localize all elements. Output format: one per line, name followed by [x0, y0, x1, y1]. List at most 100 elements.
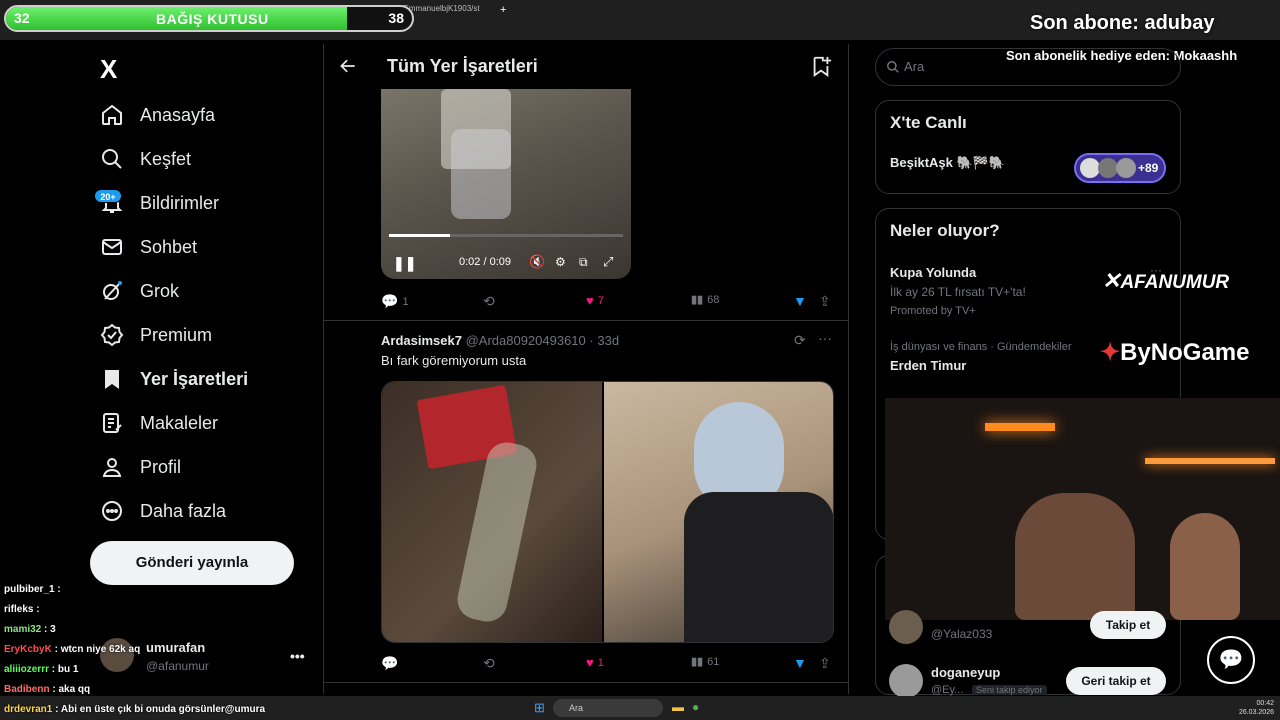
folder-icon[interactable]: ▬	[672, 700, 684, 714]
person-icon	[102, 458, 122, 477]
like-button[interactable]: ♥ 7	[586, 293, 604, 308]
bookmark-active-icon[interactable]: ▼	[793, 655, 807, 671]
like-count: 1	[597, 656, 604, 669]
tweet-actions: 💬 ⟲ ♥ 1 ▮▮ 61 ▼ ⇪	[381, 655, 836, 675]
sponsor-bynogame: ✦ByNoGame	[1100, 339, 1250, 366]
more-circle-icon	[102, 501, 122, 521]
tweet-author-handle[interactable]: @Arda80920493610	[466, 333, 586, 348]
reply-count: 1	[402, 295, 409, 308]
x-logo-icon[interactable]: X	[100, 54, 117, 85]
chat-user: rifleks	[4, 604, 34, 615]
body-shape	[684, 492, 833, 642]
chat-user: mami32	[4, 624, 42, 635]
chat-message: pulbiber_1 :	[4, 584, 61, 595]
new-tab-button[interactable]: +	[500, 4, 506, 18]
nav-label: Daha fazla	[140, 500, 227, 521]
repost-icon[interactable]: ⟲	[483, 655, 495, 672]
nav-item-more[interactable]: Daha fazla	[100, 491, 226, 531]
taskbar-clock[interactable]: 00:42 26.03.2026	[1239, 699, 1274, 717]
nav-label: Keşfet	[140, 148, 192, 169]
search-icon	[102, 149, 122, 169]
guest-shape	[1170, 513, 1240, 620]
account-name: umurafan	[146, 640, 206, 655]
messages-fab-icon[interactable]: 💬	[1207, 636, 1255, 684]
bookmark-active-icon[interactable]: ▼	[793, 293, 807, 309]
chrome-icon[interactable]: ●	[692, 700, 699, 714]
follow-handle: @Ey...	[931, 684, 964, 696]
start-icon[interactable]: ⊞	[534, 700, 545, 716]
like-count: 7	[597, 294, 604, 307]
pause-icon[interactable]: ❚❚	[393, 255, 416, 272]
media-image-left[interactable]	[382, 382, 602, 642]
tweet-author-name[interactable]: Ardasimsek7	[381, 333, 462, 348]
chat-user: Badibenn	[4, 684, 50, 695]
taskbar-search[interactable]: Ara	[553, 699, 663, 717]
chat-message: aliiiozerrr : bu 1	[4, 664, 79, 675]
nav-item-chat[interactable]: Sohbet	[100, 227, 197, 267]
pip-icon[interactable]: ⧉	[579, 255, 588, 270]
fullscreen-icon[interactable]: ⤢	[603, 254, 613, 270]
share-icon[interactable]: ⇪	[819, 655, 831, 672]
nav-item-articles[interactable]: Makaleler	[100, 403, 218, 443]
light-strip	[1145, 458, 1275, 464]
trends-title: Neler oluyor?	[890, 221, 1000, 240]
nav-item-bookmarks[interactable]: Yer İşaretleri	[100, 359, 248, 399]
nav-item-explore[interactable]: Keşfet	[100, 139, 191, 179]
trend-category: İş dünyası ve finans · Gündemdekiler	[890, 341, 1072, 353]
tweet-header: Ardasimsek7 @Arda80920493610 · 33d	[381, 333, 620, 348]
follow-name[interactable]: doganeyup	[931, 665, 1000, 680]
bookmark-folder-icon[interactable]	[810, 55, 832, 77]
like-button[interactable]: ♥ 1	[586, 655, 604, 670]
nav-label: Makaleler	[140, 412, 219, 433]
donation-title: BAĞIŞ KUTUSU	[156, 11, 269, 27]
follow-avatar[interactable]	[889, 610, 923, 644]
mute-icon[interactable]: 🔇	[529, 254, 545, 270]
live-listeners[interactable]: +89	[1074, 153, 1166, 183]
last-sub-overlay: Son abone: adubay	[1030, 12, 1215, 34]
follow-avatar[interactable]	[889, 664, 923, 698]
follow-button[interactable]: Takip et	[1090, 611, 1166, 639]
nav-label: Yer İşaretleri	[140, 368, 249, 389]
media-image-right[interactable]	[604, 382, 833, 642]
views-button[interactable]: ▮▮ 68	[691, 293, 719, 307]
notification-badge: 20+	[94, 189, 122, 203]
nav-item-profile[interactable]: Profil	[100, 447, 181, 487]
nav-item-grok[interactable]: Grok	[100, 271, 179, 311]
reply-icon[interactable]: 💬	[381, 655, 398, 672]
sponsor-afanumur: ✕AFANUMUR	[1102, 268, 1230, 293]
follow-back-button[interactable]: Geri takip et	[1066, 667, 1166, 695]
video-time: 0:02 / 0:09	[459, 256, 511, 268]
tweet-age[interactable]: 33d	[597, 333, 619, 348]
account-more-icon[interactable]: •••	[290, 648, 305, 664]
trend-name[interactable]: Erden Timur	[890, 358, 966, 373]
chat-user: aliiiozerrr	[4, 664, 50, 675]
nav-label: Bildirimler	[140, 192, 220, 213]
chat-user: EryKcbyK	[4, 644, 52, 655]
views-button[interactable]: ▮▮ 61	[691, 655, 719, 669]
tweet-media[interactable]	[381, 381, 834, 643]
video-progress-track[interactable]	[389, 234, 623, 237]
tweet-more-icon[interactable]: ···	[818, 330, 832, 346]
bookmark-icon	[105, 370, 119, 389]
tweet-video[interactable]: ❚❚ 0:02 / 0:09 🔇 ⚙ ⧉ ⤢	[381, 89, 631, 279]
share-icon[interactable]: ⇪	[819, 293, 831, 310]
nav-item-premium[interactable]: Premium	[100, 315, 212, 355]
search-input[interactable]: Ara	[904, 59, 924, 74]
heart-icon: ♥	[586, 293, 594, 308]
post-button[interactable]: Gönderi yayınla	[90, 541, 294, 585]
nav-item-home[interactable]: Anasayfa	[100, 95, 215, 135]
grok-explain-icon[interactable]: ⟳	[794, 332, 806, 349]
promo-title[interactable]: Kupa Yolunda	[890, 265, 976, 280]
reply-button[interactable]: 💬 1	[381, 293, 409, 310]
video-progress-fill	[389, 234, 450, 237]
settings-icon[interactable]: ⚙	[555, 255, 566, 269]
live-space-name[interactable]: BeşiktAşk 🐘🏁🐘	[890, 155, 1005, 171]
follows-you-badge: Seni takip ediyor	[972, 685, 1047, 695]
article-icon	[103, 413, 122, 433]
search-box[interactable]: Ara	[875, 48, 1181, 86]
nav-label: Anasayfa	[140, 104, 216, 125]
back-arrow-icon[interactable]	[338, 56, 358, 76]
donation-current: 32	[14, 10, 30, 26]
chat-message: EryKcbyK : wtcn niye 62k aq	[4, 644, 141, 655]
repost-icon[interactable]: ⟲	[483, 293, 495, 310]
